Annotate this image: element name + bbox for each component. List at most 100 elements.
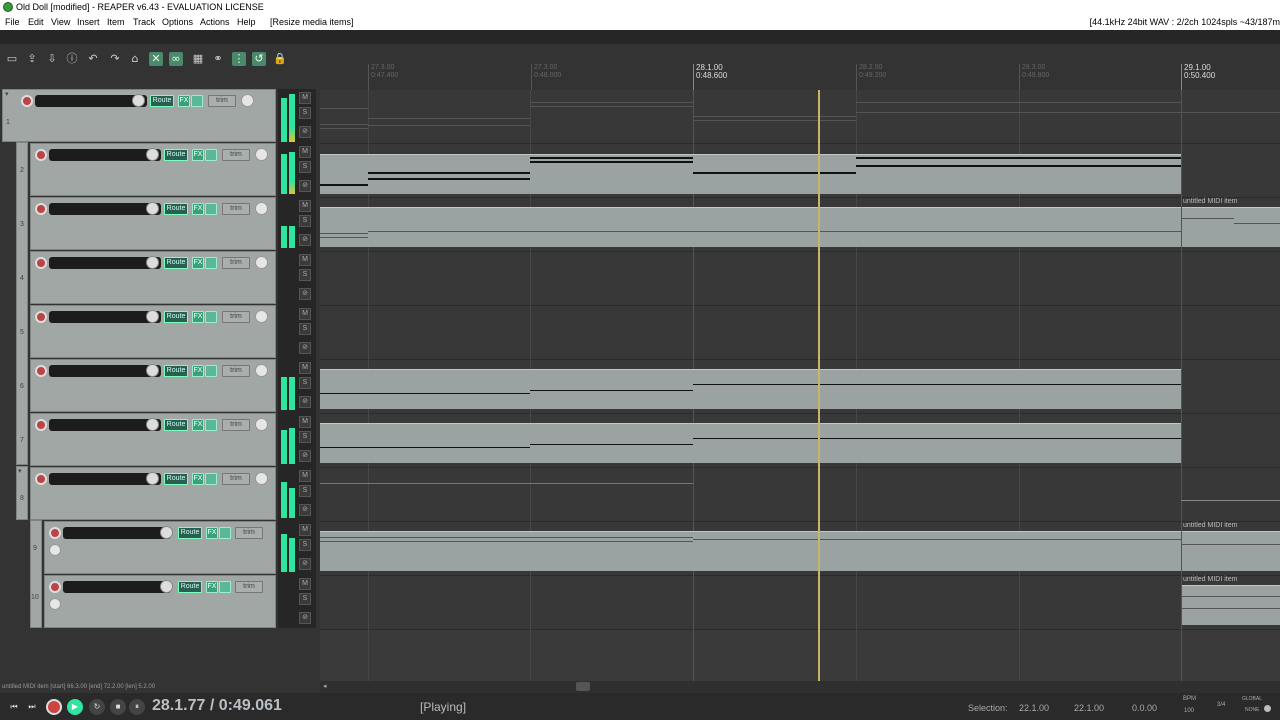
midi-item[interactable] [1182, 585, 1280, 625]
track-name-field[interactable] [49, 473, 161, 485]
time-signature[interactable]: 3/4 [1217, 702, 1225, 708]
mute-button[interactable]: M [299, 470, 311, 482]
trim-button[interactable]: trim [222, 257, 250, 269]
midi-item[interactable] [320, 154, 1181, 194]
fx-button[interactable]: FX [192, 257, 204, 269]
menu-edit[interactable]: Edit [28, 15, 44, 30]
menu-file[interactable]: File [5, 15, 20, 30]
phase-button[interactable]: ⊘ [299, 342, 311, 354]
fx-button[interactable]: FX [192, 365, 204, 377]
track-2[interactable]: 2 Route FX trim [20, 143, 276, 196]
mute-button[interactable]: M [299, 308, 311, 320]
trim-button[interactable]: trim [235, 527, 263, 539]
trim-button[interactable]: trim [222, 365, 250, 377]
midi-item[interactable] [1182, 207, 1280, 247]
fx-bypass-button[interactable] [205, 311, 217, 323]
record-arm-button[interactable] [35, 419, 47, 431]
volume-knob[interactable] [146, 202, 159, 215]
track-name-field[interactable] [63, 527, 171, 539]
solo-button[interactable]: S [299, 107, 311, 119]
track-9[interactable]: 9 Route FX trim [33, 521, 276, 574]
track-8[interactable]: ▾ 8 Route FX trim [18, 467, 276, 520]
mute-button[interactable]: M [299, 362, 311, 374]
horizontal-scrollbar[interactable]: ◂ [320, 681, 1280, 693]
volume-knob[interactable] [146, 256, 159, 269]
bpm-value[interactable]: 100 [1184, 708, 1194, 714]
track-1[interactable]: ▾ 1 Route FX trim [2, 89, 276, 142]
phase-button[interactable]: ⊘ [299, 504, 311, 516]
fx-bypass-button[interactable] [205, 419, 217, 431]
go-to-end-icon[interactable]: ⏭ [24, 699, 40, 715]
route-button[interactable]: Route [178, 527, 202, 539]
loop-icon[interactable]: ↺ [252, 52, 266, 66]
grid-icon[interactable]: ⋮ [232, 52, 246, 66]
route-button[interactable]: Route [164, 419, 188, 431]
fx-bypass-button[interactable] [219, 581, 231, 593]
record-arm-button[interactable] [35, 257, 47, 269]
menu-actions[interactable]: Actions [200, 15, 230, 30]
fx-button[interactable]: FX [178, 95, 190, 107]
route-button[interactable]: Route [164, 473, 188, 485]
volume-knob[interactable] [146, 472, 159, 485]
mute-button[interactable]: M [299, 92, 311, 104]
volume-knob[interactable] [132, 94, 145, 107]
route-button[interactable]: Route [150, 95, 174, 107]
fx-bypass-button[interactable] [205, 149, 217, 161]
selection-start[interactable]: 22.1.00 [1019, 703, 1049, 713]
solo-button[interactable]: S [299, 323, 311, 335]
record-arm-button[interactable] [35, 149, 47, 161]
fx-button[interactable]: FX [192, 311, 204, 323]
selection-length[interactable]: 0.0.00 [1132, 703, 1157, 713]
volume-knob[interactable] [146, 148, 159, 161]
time-position[interactable]: 28.1.77 / 0:49.061 [152, 697, 282, 715]
route-button[interactable]: Route [178, 581, 202, 593]
solo-button[interactable]: S [299, 215, 311, 227]
fx-button[interactable]: FX [192, 419, 204, 431]
track-7[interactable]: 7 Route FX trim [20, 413, 276, 466]
folder-collapse-icon[interactable]: ▾ [18, 467, 22, 475]
midi-item[interactable] [320, 369, 1181, 409]
pan-knob[interactable] [255, 148, 268, 161]
phase-button[interactable]: ⊘ [299, 126, 311, 138]
route-button[interactable]: Route [164, 257, 188, 269]
phase-button[interactable]: ⊘ [299, 396, 311, 408]
phase-button[interactable]: ⊘ [299, 558, 311, 570]
trim-button[interactable]: trim [222, 203, 250, 215]
record-arm-button[interactable] [35, 365, 47, 377]
undo-icon[interactable]: ↶ [86, 52, 100, 66]
trim-button[interactable]: trim [222, 149, 250, 161]
solo-button[interactable]: S [299, 539, 311, 551]
volume-knob[interactable] [160, 580, 173, 593]
track-3[interactable]: 3 Route FX trim [20, 197, 276, 250]
fx-button[interactable]: FX [192, 149, 204, 161]
mute-button[interactable]: M [299, 254, 311, 266]
fx-bypass-button[interactable] [219, 527, 231, 539]
route-button[interactable]: Route [164, 365, 188, 377]
solo-button[interactable]: S [299, 485, 311, 497]
pan-knob[interactable] [255, 202, 268, 215]
solo-button[interactable]: S [299, 269, 311, 281]
route-button[interactable]: Route [164, 149, 188, 161]
trim-button[interactable]: trim [222, 473, 250, 485]
fx-button[interactable]: FX [192, 473, 204, 485]
fx-button[interactable]: FX [206, 581, 218, 593]
track-name-field[interactable] [49, 149, 161, 161]
envelope-lock-icon[interactable]: ⚭ [211, 52, 225, 66]
mute-button[interactable]: M [299, 416, 311, 428]
redo-icon[interactable]: ↷ [108, 52, 122, 66]
pan-knob[interactable] [255, 418, 268, 431]
open-project-icon[interactable]: ⇪ [25, 52, 39, 66]
new-project-icon[interactable]: ▭ [5, 52, 19, 66]
midi-item[interactable] [320, 207, 1181, 247]
trim-button[interactable]: trim [222, 311, 250, 323]
play-cursor[interactable] [818, 90, 820, 681]
fx-button[interactable]: FX [192, 203, 204, 215]
pan-knob[interactable] [255, 364, 268, 377]
record-arm-button[interactable] [49, 581, 61, 593]
volume-knob[interactable] [146, 310, 159, 323]
volume-knob[interactable] [146, 418, 159, 431]
track-6[interactable]: 6 Route FX trim [20, 359, 276, 412]
fx-bypass-button[interactable] [205, 257, 217, 269]
solo-button[interactable]: S [299, 161, 311, 173]
record-arm-button[interactable] [21, 95, 33, 107]
